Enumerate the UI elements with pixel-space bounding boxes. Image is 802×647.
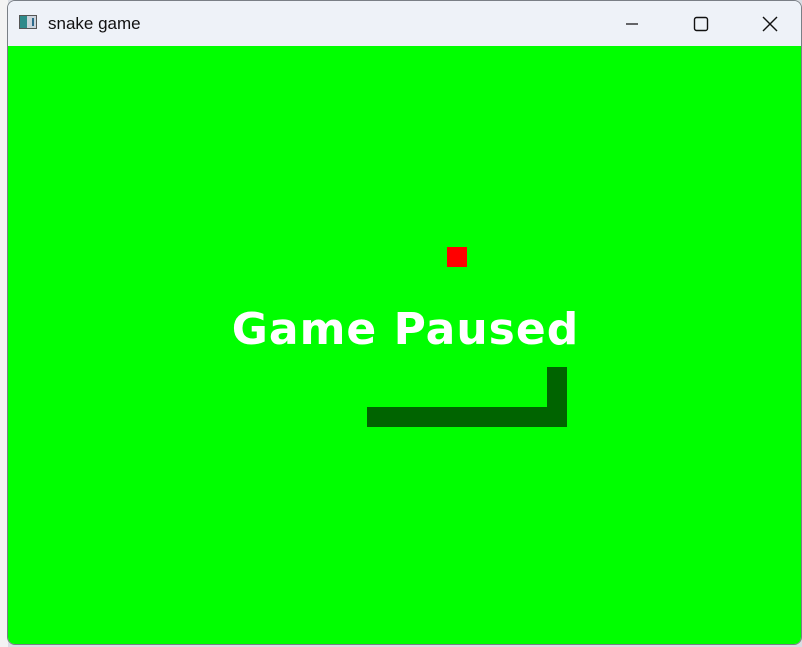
- minimize-button[interactable]: [597, 1, 667, 46]
- maximize-button[interactable]: [666, 1, 736, 46]
- game-window: snake game Game Paused: [7, 0, 802, 645]
- app-window-icon: [19, 15, 37, 29]
- close-button[interactable]: [735, 1, 801, 46]
- window-title: snake game: [48, 14, 141, 33]
- snake-body-horizontal: [367, 407, 567, 427]
- close-icon: [762, 16, 778, 31]
- title-bar[interactable]: snake game: [8, 1, 801, 46]
- game-canvas[interactable]: Game Paused: [8, 46, 801, 644]
- maximize-icon: [693, 16, 709, 31]
- minimize-icon: [626, 22, 638, 25]
- snake-body-vertical: [547, 367, 567, 407]
- food-pellet: [447, 247, 467, 267]
- game-paused-text: Game Paused: [231, 304, 580, 355]
